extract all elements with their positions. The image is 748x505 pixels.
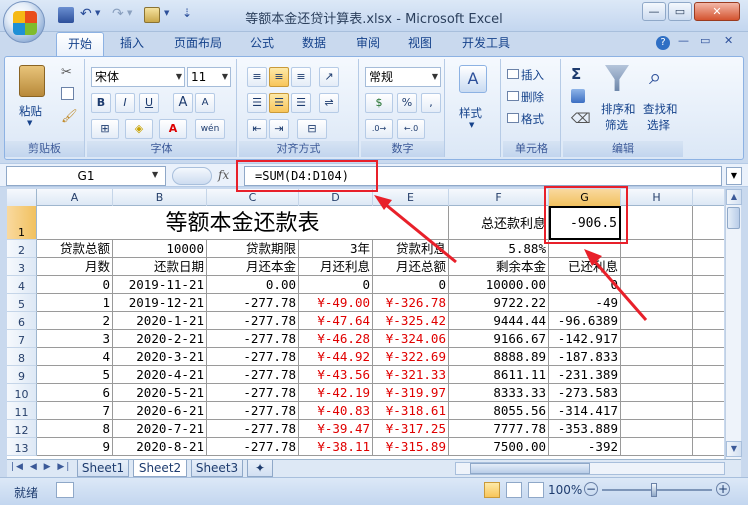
annotation-arrows (374, 195, 648, 321)
office-button[interactable] (3, 1, 45, 43)
arrow-head-result (584, 249, 602, 266)
arrow-to-formula (379, 198, 457, 264)
arrow-to-result (588, 255, 648, 321)
office-logo-icon (13, 11, 37, 35)
